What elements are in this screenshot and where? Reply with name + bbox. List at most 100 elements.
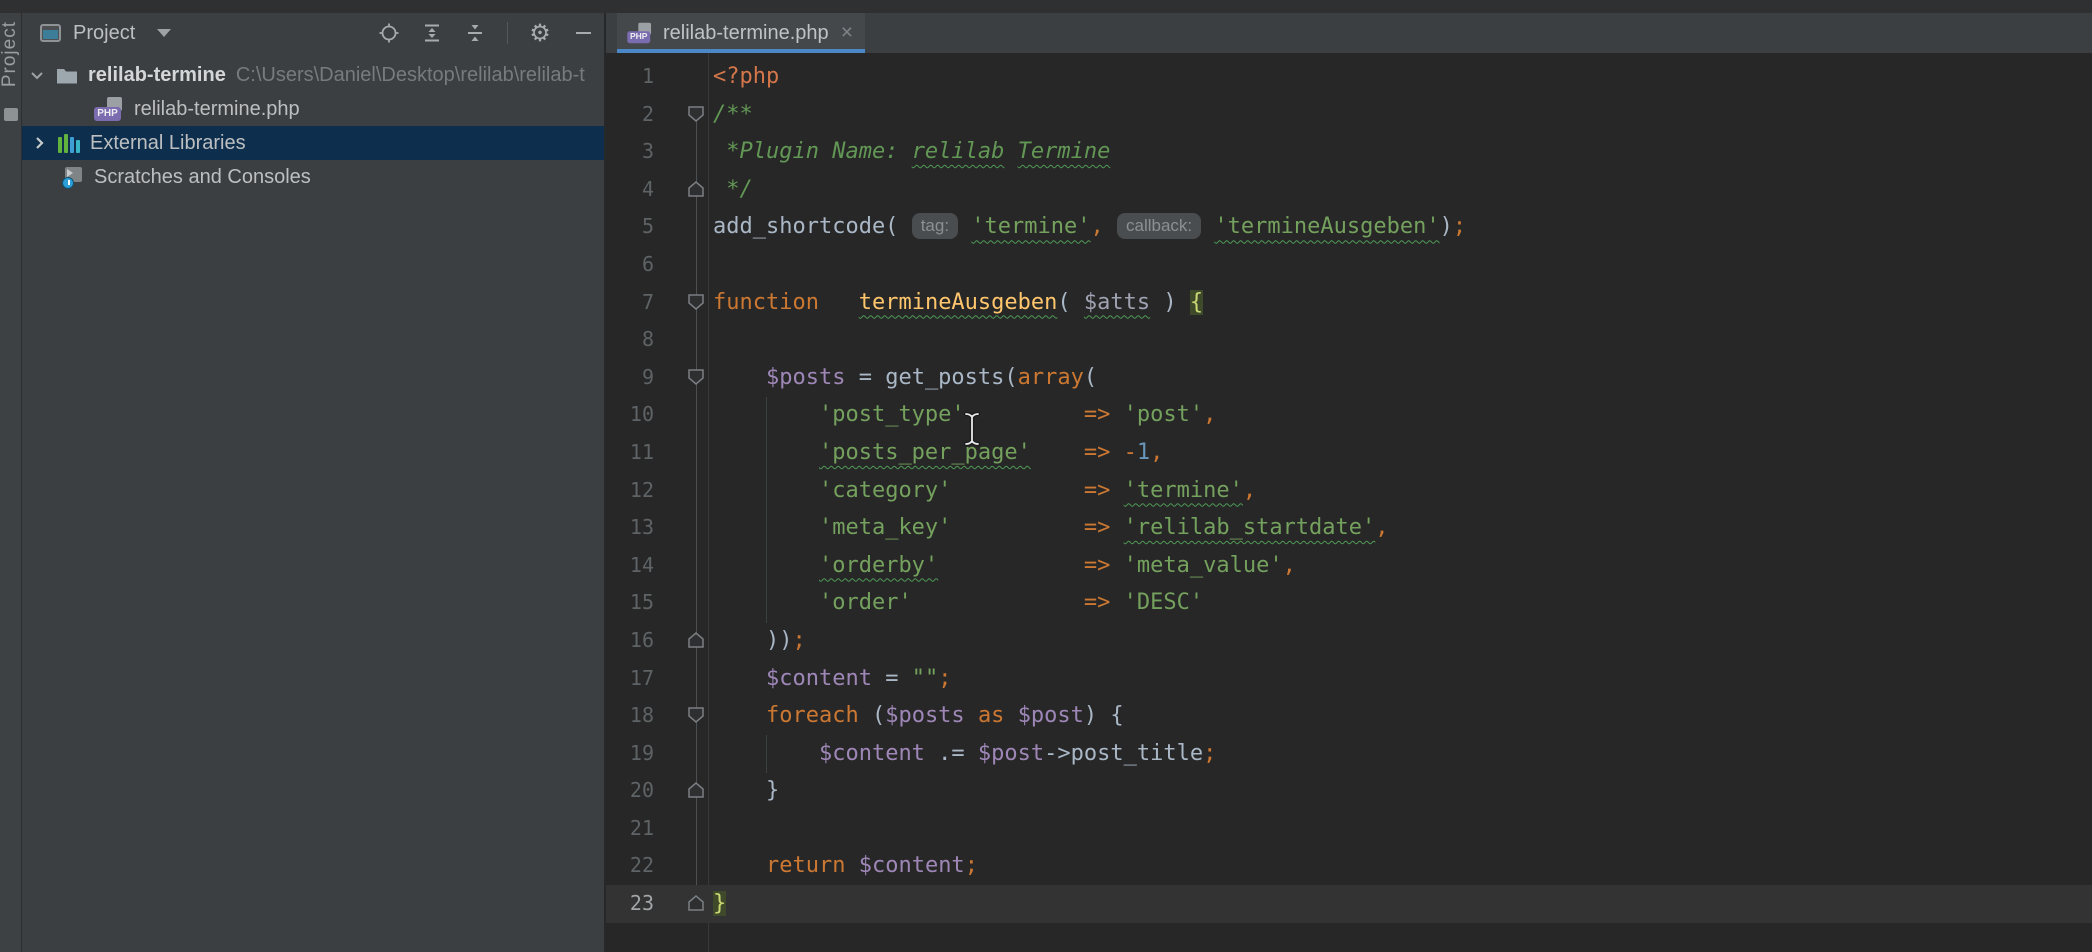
line-number: 7 [606,284,654,322]
line-number: 9 [606,359,654,397]
expand-all-button[interactable] [421,22,443,44]
tree-row-scratches[interactable]: Scratches and Consoles [22,160,604,194]
tree-row-php-file[interactable]: PHP relilab-termine.php [22,92,604,126]
fold-start-marker[interactable] [688,294,704,310]
project-tree: relilab-termine C:\Users\Daniel\Desktop\… [22,58,604,194]
tree-row-external-libraries[interactable]: External Libraries [22,126,604,160]
project-stripe-button[interactable]: Project [0,21,21,87]
fold-start-marker[interactable] [688,106,704,122]
code-line[interactable]: 4 */ [606,171,2092,209]
code-token: array [1018,365,1084,390]
fold-end-marker[interactable] [688,181,704,197]
code-line[interactable]: 13 'meta_key' => 'relilab_startdate', [606,509,2092,547]
code-line[interactable]: 15 'order' => 'DESC' [606,584,2092,622]
fold-end-marker[interactable] [688,895,704,911]
line-number: 5 [606,208,654,246]
tool-window-stripe-icon[interactable] [4,108,18,121]
code-token: Termine [1018,139,1111,164]
code-token: function [713,290,819,315]
code-token: , [1243,478,1256,503]
code-line[interactable]: 23} [606,885,2092,923]
code-token: return [766,853,845,878]
project-panel-title[interactable]: Project [73,22,135,45]
code-token: ) [1440,214,1453,239]
code-line[interactable]: 20 } [606,772,2092,810]
code-editor[interactable]: 1<?php2 /** 3 *Plugin Name: relilab Termin… [606,53,2092,952]
code-text: 'posts_per_page' => -1, [713,434,1163,472]
code-token [1110,553,1123,578]
tab-relilab-termine-php[interactable]: PHP relilab-termine.php × [617,13,865,53]
code-token: => [1084,440,1111,465]
line-number: 2 [606,96,654,134]
code-token: = [872,666,912,691]
code-token: /** [713,102,753,127]
code-text: )); [713,622,806,660]
code-line[interactable]: 16 )); [606,622,2092,660]
code-token: 'meta_key' [819,515,951,540]
code-token: 'DESC' [1124,590,1203,615]
fold-start-marker[interactable] [688,707,704,723]
chevron-down-icon[interactable] [157,29,171,37]
toolbar-divider [507,22,508,44]
code-text: return $content; [713,847,978,885]
code-text: 'orderby' => 'meta_value', [713,547,1296,585]
code-token [1031,440,1084,465]
code-token [965,703,978,728]
code-line[interactable]: 18 foreach ($posts as $post) { [606,697,2092,735]
code-line[interactable]: 1<?php [606,58,2092,96]
code-token [713,478,819,503]
code-token [713,402,819,427]
code-token: $content [766,666,872,691]
code-line[interactable]: 11 'posts_per_page' => -1, [606,434,2092,472]
code-token: ) { [1084,703,1124,728]
code-line[interactable]: 19 $content .= $post->post_title; [606,735,2092,773]
close-icon[interactable]: × [841,23,853,43]
code-line[interactable]: 3 *Plugin Name: relilab Termine [606,133,2092,171]
code-line[interactable]: 21 [606,810,2092,848]
code-text: foreach ($posts as $post) { [713,697,1124,735]
scratches-label: Scratches and Consoles [94,166,311,189]
code-line[interactable]: 6 [606,246,2092,284]
settings-gear-icon[interactable]: ⚙ [529,22,551,44]
code-token: ; [965,853,978,878]
code-text: <?php [713,58,779,96]
fold-end-marker[interactable] [688,782,704,798]
line-number: 18 [606,697,654,735]
code-line[interactable]: 9 $posts = get_posts(array( [606,359,2092,397]
phpstorm-window: Project Project [0,0,2092,952]
code-token [713,440,819,465]
code-token [1110,402,1123,427]
chevron-down-icon[interactable] [28,66,46,84]
code-token: ( [859,703,886,728]
code-token [965,402,1084,427]
line-number: 17 [606,660,654,698]
editor-tab-bar: PHP relilab-termine.php × [606,13,2092,53]
code-line[interactable]: 14 'orderby' => 'meta_value', [606,547,2092,585]
code-token: , [1150,440,1163,465]
code-text: */ [713,171,753,209]
chevron-right-icon[interactable] [30,134,48,152]
fold-start-marker[interactable] [688,369,704,385]
code-line[interactable]: 22 return $content; [606,847,2092,885]
code-token [713,853,766,878]
code-line[interactable]: 5add_shortcode( tag: 'termine', callback… [606,208,2092,246]
code-line[interactable]: 12 'category' => 'termine', [606,472,2092,510]
code-token: *Plugin Name: [713,139,912,164]
code-token: ; [1453,214,1466,239]
code-line[interactable]: 10 'post_type' => 'post', [606,396,2092,434]
code-token [1104,214,1117,239]
project-root-name: relilab-termine [88,64,226,87]
code-line[interactable]: 2 /** [606,96,2092,134]
code-line[interactable]: 7function termineAusgeben( $atts ) { [606,284,2092,322]
code-line[interactable]: 8 [606,321,2092,359]
hide-tool-window-button[interactable] [572,22,594,44]
parameter-hint-chip: callback: [1117,213,1201,239]
code-token: 'orderby' [819,553,938,578]
fold-end-marker[interactable] [688,632,704,648]
code-token: ( [1084,365,1097,390]
collapse-all-button[interactable] [464,22,486,44]
tree-row-project-root[interactable]: relilab-termine C:\Users\Daniel\Desktop\… [22,58,604,92]
code-line[interactable]: 17 $content = ""; [606,660,2092,698]
code-token: 'termine' [971,214,1090,239]
locate-file-button[interactable] [378,22,400,44]
